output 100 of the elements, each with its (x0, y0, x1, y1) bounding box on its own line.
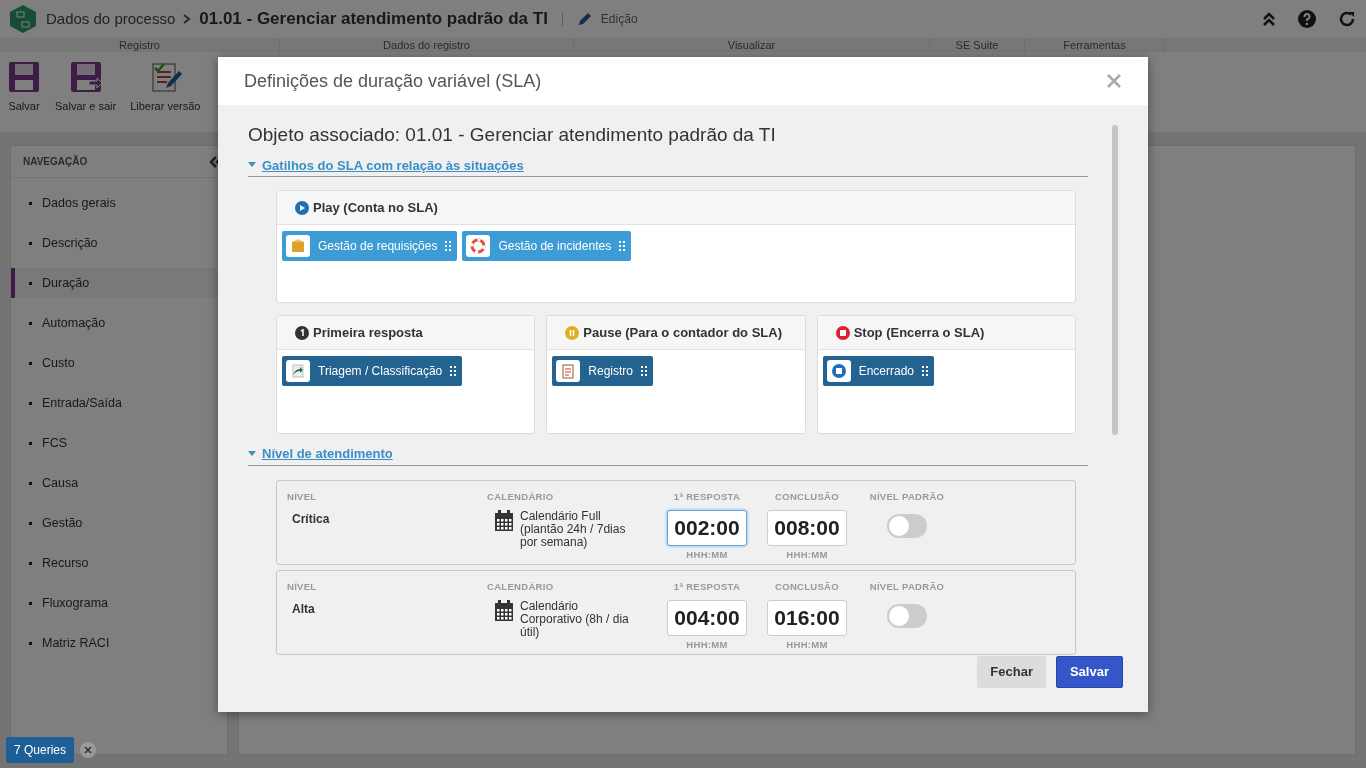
bullet-icon (29, 641, 32, 645)
nav-label: Dados gerais (42, 194, 116, 212)
time-field[interactable]: 004:00 (667, 599, 747, 636)
refresh-icon[interactable] (1338, 10, 1356, 28)
trigger-title: Primeira resposta (313, 323, 423, 342)
bullet-icon (29, 601, 32, 605)
section-title[interactable]: Nível de atendimento (262, 444, 393, 464)
bullet-icon (29, 241, 32, 245)
chip-label: Encerrado (858, 363, 915, 380)
nav-item[interactable]: Custo (11, 348, 227, 378)
drag-handle-icon[interactable] (445, 241, 452, 251)
bullet-icon (29, 201, 32, 205)
caret-icon[interactable] (248, 450, 256, 457)
section-title[interactable]: Gatilhos do SLA com relação às situações (262, 155, 524, 175)
nav-item[interactable]: Automação (11, 308, 227, 338)
app-logo-icon (8, 4, 38, 34)
save-exit-icon (68, 60, 103, 94)
time-field[interactable]: 016:00 (767, 599, 847, 636)
format-hint: HHH:MM (686, 637, 728, 652)
time-field[interactable]: 002:00 (667, 509, 747, 546)
nav-item[interactable]: Matriz RACI (11, 628, 227, 658)
level-name: Crítica (292, 510, 331, 528)
play-icon (295, 200, 309, 215)
column-label: CONCLUSÃO (775, 579, 839, 594)
nav-label: Recurso (42, 554, 89, 572)
drag-handle-icon[interactable] (619, 241, 626, 251)
time-field[interactable]: 008:00 (767, 509, 847, 546)
ribbon-button[interactable]: Liberar versão (127, 60, 204, 115)
save-icon (7, 60, 41, 94)
nav-label: Fluxograma (42, 594, 108, 612)
pencil-icon (576, 11, 593, 27)
nav-label: Automação (42, 314, 106, 332)
chip-label: Gestão de requisições (318, 238, 438, 255)
column-label: 1ª RESPOSTA (673, 489, 741, 504)
trigger-title: Stop (Encerra o SLA) (853, 323, 985, 342)
format-hint: HHH:MM (786, 547, 828, 562)
chip-label: Triagem / Classificação (318, 363, 443, 380)
level-name: Alta (292, 600, 316, 618)
mode-label: Edição (600, 11, 638, 28)
format-hint: HHH:MM (686, 547, 728, 562)
package-icon (286, 235, 310, 257)
drag-handle-icon[interactable] (922, 366, 929, 376)
number-one-icon (295, 325, 309, 340)
nav-label: Matriz RACI (42, 634, 110, 652)
bullet-icon (29, 361, 32, 365)
ribbon-label: Salvar (8, 99, 40, 114)
column-label: NÍVEL PADRÃO (869, 489, 945, 504)
object-heading: Objeto associado: 01.01 - Gerenciar atendimento padrão da TI (248, 123, 777, 147)
nav-item[interactable]: Entrada/Saída (11, 388, 227, 418)
format-hint: HHH:MM (786, 637, 828, 652)
nav-item[interactable]: Causa (11, 468, 227, 498)
lifebuoy-icon (466, 235, 491, 257)
scrollbar[interactable] (1112, 125, 1118, 435)
chevron-icon (183, 14, 192, 24)
trigger-chip[interactable]: Triagem / Classificação (282, 356, 463, 386)
trigger-title: Play (Conta no SLA) (313, 198, 438, 217)
toggle-switch[interactable] (887, 603, 927, 628)
stop-icon (826, 360, 851, 382)
queries-button[interactable]: 7 Queries (6, 737, 75, 763)
calendar-icon (494, 509, 514, 532)
nav-label: Duração (42, 274, 90, 292)
trigger-chip[interactable]: Encerrado (822, 356, 935, 386)
column-label: NÍVEL (287, 489, 318, 504)
nav-item[interactable]: Fluxograma (11, 588, 227, 618)
form-icon (556, 360, 581, 382)
nav-label: Entrada/Saída (42, 394, 122, 412)
chip-label: Registro (588, 363, 633, 380)
drag-handle-icon[interactable] (641, 366, 647, 376)
nav-label: Custo (42, 354, 75, 372)
ribbon-button[interactable]: Salvar (4, 60, 44, 115)
ribbon-label: Salvar e sair (55, 99, 117, 114)
stop-icon (835, 325, 850, 340)
save-button[interactable]: Salvar (1055, 656, 1123, 688)
nav-item[interactable]: Recurso (11, 548, 227, 578)
caret-icon[interactable] (248, 162, 256, 169)
drag-handle-icon[interactable] (450, 366, 457, 376)
collapse-icon[interactable] (1262, 11, 1276, 27)
bullet-icon (29, 321, 32, 325)
trigger-chip[interactable]: Gestão de requisições (282, 231, 458, 261)
close-button[interactable]: Fechar (977, 656, 1046, 688)
pause-icon (565, 325, 580, 340)
column-label: CALENDÁRIO (487, 489, 555, 504)
calendar-icon (494, 599, 514, 622)
breadcrumb-link[interactable]: Dados do processo (46, 7, 176, 31)
toggle-switch[interactable] (887, 513, 927, 538)
column-label: CONCLUSÃO (775, 489, 839, 504)
nav-item[interactable]: Gestão (11, 508, 227, 538)
bullet-icon (29, 281, 32, 285)
bullet-icon (29, 561, 32, 565)
ribbon-button[interactable]: Salvar e sair (52, 60, 120, 115)
close-icon[interactable] (80, 742, 97, 758)
nav-item[interactable]: FCS (11, 428, 227, 458)
trigger-chip[interactable]: Registro (552, 356, 653, 386)
nav-item[interactable]: Descrição (11, 228, 227, 258)
nav-item[interactable]: Dados gerais (11, 188, 227, 218)
trigger-chip[interactable]: Gestão de incidentes (462, 231, 632, 261)
column-label: NÍVEL PADRÃO (869, 579, 945, 594)
bullet-icon (29, 481, 32, 485)
bullet-icon (29, 521, 32, 525)
help-icon[interactable] (1298, 10, 1316, 28)
